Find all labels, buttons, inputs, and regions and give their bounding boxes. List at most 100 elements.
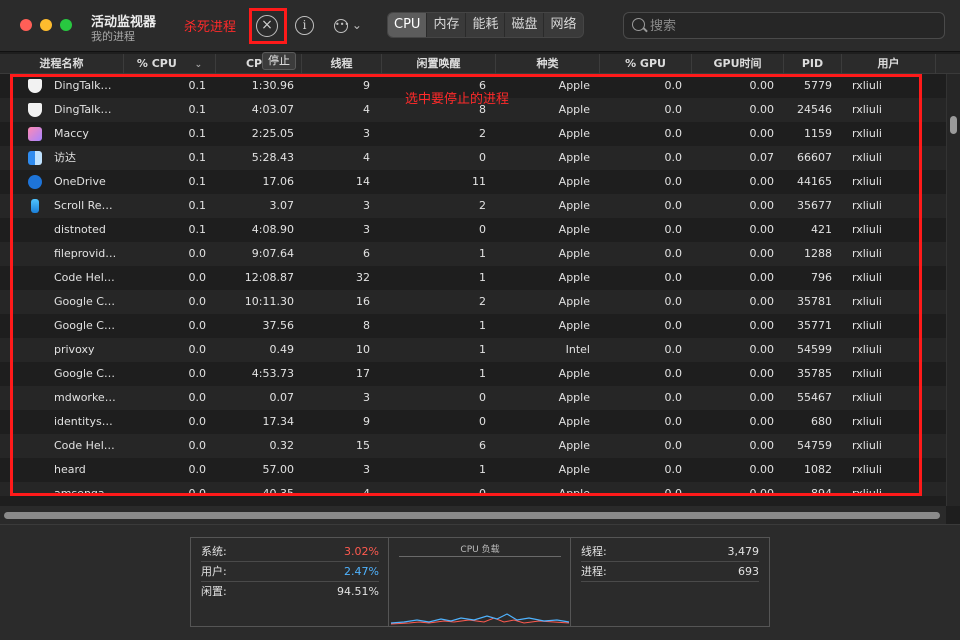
cell-gpu-time: 0.00: [749, 127, 775, 140]
cell-threads: 8: [363, 319, 370, 332]
cell-pid: 35771: [797, 319, 832, 332]
column-header-cpu-percent[interactable]: % CPU ⌄: [124, 54, 216, 74]
table-row[interactable]: amsenga… 0.0 40.35 4 0 Apple 0.0 0.00 894 rxliuli: [0, 482, 946, 496]
cell-threads: 10: [356, 343, 370, 356]
table-row[interactable]: Scroll Re… 0.1 3.07 3 2 Apple 0.0 0.00 35677 rxli…: [0, 194, 946, 218]
cell-cpu: 0.0: [188, 439, 207, 452]
cell-pid: 5779: [804, 79, 832, 92]
cell-cpu: 0.0: [188, 463, 207, 476]
cell-cpu: 0.1: [188, 223, 207, 236]
table-row[interactable]: distnoted 0.1 4:08.90 3 0 Apple 0.0 0.00 421 rxli…: [0, 218, 946, 242]
table-row[interactable]: Google C… 0.0 4:53.73 17 1 Apple 0.0 0.00 35785 r…: [0, 362, 946, 386]
table-row[interactable]: fileprovid… 0.0 9:07.64 6 1 Apple 0.0 0.00 1288 r…: [0, 242, 946, 266]
cell-pid: 1288: [804, 247, 832, 260]
cell-name: DingTalk…: [54, 103, 112, 116]
horizontal-scroll-thumb[interactable]: [4, 512, 940, 519]
search-input[interactable]: [650, 17, 930, 35]
column-header-gpu-percent[interactable]: % GPU: [600, 54, 692, 74]
tab-network[interactable]: 网络: [544, 13, 582, 37]
cell-cpu-time: 0.07: [269, 391, 295, 404]
column-header-pid[interactable]: PID: [784, 54, 842, 74]
cell-cpu: 0.1: [188, 175, 207, 188]
stat-threads-label: 线程:: [581, 545, 607, 558]
table-row[interactable]: identitys… 0.0 17.34 9 0 Apple 0.0 0.00 680 rxliu…: [0, 410, 946, 434]
cell-user: rxliuli: [852, 247, 882, 260]
scroll-reverser-icon: [31, 199, 39, 213]
finder-icon: [28, 151, 42, 165]
table-row[interactable]: heard 0.0 57.00 3 1 Apple 0.0 0.00 1082 rxliuli: [0, 458, 946, 482]
cell-cpu-time: 1:30.96: [251, 79, 294, 92]
column-header-process-name[interactable]: 进程名称: [0, 54, 124, 74]
annotation-select-label: 选中要停止的进程: [405, 92, 510, 107]
cell-gpu: 0.0: [664, 271, 683, 284]
tab-cpu[interactable]: CPU: [388, 13, 428, 37]
cell-threads: 3: [363, 223, 370, 236]
tab-disk[interactable]: 磁盘: [505, 13, 545, 37]
cell-gpu-time: 0.00: [749, 343, 775, 356]
cell-name: fileprovid…: [54, 247, 117, 260]
minimize-window-button[interactable]: [40, 19, 52, 31]
thread-process-stats: 线程: 3,479 进程: 693: [571, 538, 769, 626]
cell-threads: 14: [356, 175, 370, 188]
cell-kind: Apple: [558, 103, 590, 116]
cell-name: Scroll Re…: [54, 199, 113, 212]
cell-gpu: 0.0: [664, 487, 683, 496]
vertical-scroll-thumb[interactable]: [950, 116, 957, 134]
stat-processes: 进程: 693: [581, 562, 759, 582]
stat-threads-value: 3,479: [727, 545, 760, 558]
cell-name: amsenga…: [54, 487, 116, 496]
table-row[interactable]: mdworke… 0.0 0.07 3 0 Apple 0.0 0.00 55467 rxliul…: [0, 386, 946, 410]
cell-user: rxliuli: [852, 439, 882, 452]
cell-threads: 3: [363, 199, 370, 212]
table-row[interactable]: Code Hel… 0.0 12:08.87 32 1 Apple 0.0 0.00 796 rx…: [0, 266, 946, 290]
cell-cpu-time: 4:03.07: [251, 103, 294, 116]
cell-cpu: 0.0: [188, 343, 207, 356]
table-row[interactable]: 访达 0.1 5:28.43 4 0 Apple 0.0 0.07 66607 rxliuli: [0, 146, 946, 170]
cpu-load-graph: CPU 负载: [389, 538, 571, 626]
close-window-button[interactable]: [20, 19, 32, 31]
cell-gpu-time: 0.00: [749, 415, 775, 428]
column-header-idle-wakeups[interactable]: 闲置唤醒: [382, 54, 496, 74]
column-header-threads[interactable]: 线程: [302, 54, 382, 74]
info-button[interactable]: i: [295, 16, 314, 35]
cell-pid: 24546: [797, 103, 832, 116]
zoom-window-button[interactable]: [60, 19, 72, 31]
cell-pid: 421: [811, 223, 832, 236]
column-header-gpu-time[interactable]: GPU时间: [692, 54, 784, 74]
stat-processes-label: 进程:: [581, 565, 607, 578]
table-row[interactable]: Code Hel… 0.0 0.32 15 6 Apple 0.0 0.00 54759 rxli…: [0, 434, 946, 458]
vertical-scrollbar[interactable]: [946, 74, 960, 506]
column-header-kind[interactable]: 种类: [496, 54, 600, 74]
tab-energy[interactable]: 能耗: [466, 13, 506, 37]
cell-gpu: 0.0: [664, 223, 683, 236]
cell-gpu-time: 0.00: [749, 271, 775, 284]
cell-pid: 35781: [797, 295, 832, 308]
table-row[interactable]: Google C… 0.0 37.56 8 1 Apple 0.0 0.00 35771 rxli…: [0, 314, 946, 338]
cell-kind: Apple: [558, 151, 590, 164]
more-actions-button[interactable]: ••• ⌄: [334, 16, 364, 35]
cell-kind: Apple: [558, 415, 590, 428]
cell-idle-wake: 2: [479, 199, 486, 212]
cell-gpu: 0.0: [664, 199, 683, 212]
cell-user: rxliuli: [852, 295, 882, 308]
table-row[interactable]: privoxy 0.0 0.49 10 1 Intel 0.0 0.00 54599 rxliul…: [0, 338, 946, 362]
cell-pid: 1159: [804, 127, 832, 140]
search-field[interactable]: [623, 12, 945, 39]
cell-name: DingTalk…: [54, 79, 112, 92]
info-icon: i: [302, 18, 307, 32]
table-row[interactable]: OneDrive 0.1 17.06 14 11 Apple 0.0 0.00 44165 rxl…: [0, 170, 946, 194]
tab-memory[interactable]: 内存: [427, 13, 467, 37]
category-tabs: CPU 内存 能耗 磁盘 网络: [387, 12, 584, 38]
column-header-user[interactable]: 用户: [842, 54, 936, 74]
table-row[interactable]: Google C… 0.0 10:11.30 16 2 Apple 0.0 0.00 35781…: [0, 290, 946, 314]
cell-kind: Apple: [558, 367, 590, 380]
stat-system: 系统: 3.02%: [201, 542, 379, 562]
cell-kind: Apple: [558, 175, 590, 188]
cell-gpu-time: 0.00: [749, 391, 775, 404]
cell-threads: 4: [363, 487, 370, 496]
cell-cpu-time: 3.07: [269, 199, 295, 212]
maccy-icon: [28, 127, 42, 141]
table-row[interactable]: Maccy 0.1 2:25.05 3 2 Apple 0.0 0.00 1159 rxliuli: [0, 122, 946, 146]
stat-user-label: 用户:: [201, 565, 227, 578]
horizontal-scrollbar[interactable]: [0, 506, 946, 524]
